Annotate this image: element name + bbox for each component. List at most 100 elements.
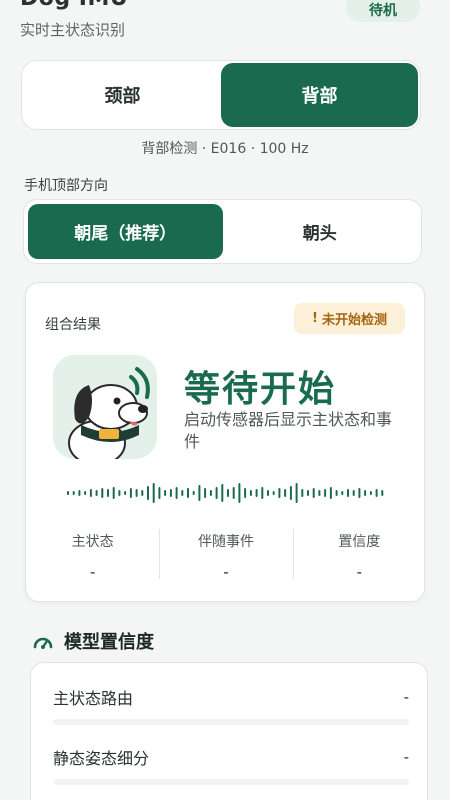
row-divider [53, 719, 409, 725]
app-subtitle: 实时主状态识别 [20, 21, 126, 39]
list-item-value: - [403, 688, 409, 706]
orientation-option-tail[interactable]: 朝尾（推荐） [28, 204, 223, 259]
stat-label: 伴随事件 [197, 534, 254, 550]
confidence-list: 主状态路由 - 静态姿态细分 - [30, 662, 428, 800]
waveform-bar [112, 487, 115, 499]
waveform-bar [129, 488, 132, 498]
waveform-bar [101, 488, 104, 498]
waveform-bar [289, 486, 292, 500]
confidence-section-header: 模型置信度 [32, 628, 154, 654]
waveform-bar [347, 489, 349, 497]
orientation-segmented-control: 朝尾（推荐） 朝头 [23, 199, 422, 264]
waveform-bar [324, 489, 327, 497]
gauge-icon [33, 637, 53, 649]
list-item-value: - [403, 748, 409, 766]
stat-value: - [356, 563, 363, 581]
app-screen: Dog IMU 实时主状态识别 待机 颈部 背部 背部检测 · E016 · 1… [0, 0, 450, 800]
stat-label: 主状态 [71, 534, 114, 550]
app-title: Dog IMU [20, 0, 128, 11]
stat-label: 置信度 [338, 534, 381, 550]
orientation-label: 手机顶部方向 [24, 178, 108, 194]
waveform-bar [227, 489, 229, 497]
waveform-bar [249, 490, 252, 496]
stat-main-state: 主状态 - [26, 525, 159, 585]
waveform-bar [261, 487, 264, 499]
waveform-bar [312, 488, 315, 498]
stat-value: - [89, 563, 96, 581]
waveform-bar [169, 489, 172, 497]
waveform-bar [244, 488, 247, 498]
result-headline: 等待开始 [184, 369, 337, 410]
orientation-option-head[interactable]: 朝头 [223, 204, 418, 259]
dog-avatar [53, 355, 157, 459]
waveform-bar [209, 490, 212, 496]
waveform-bar [152, 483, 155, 503]
waveform-bar [198, 485, 201, 501]
waveform-bar [238, 483, 241, 503]
waveform-bar [107, 489, 109, 497]
placement-option-back[interactable]: 背部 [221, 63, 418, 127]
result-stats: 主状态 - 伴随事件 - 置信度 - [26, 525, 426, 585]
stat-events: 伴随事件 - [159, 525, 292, 585]
list-item[interactable]: 静态姿态细分 - [31, 729, 429, 785]
list-item-label: 主状态路由 [53, 689, 134, 708]
waveform-bar [78, 490, 81, 496]
waveform-bar [124, 491, 127, 495]
placement-segmented-control: 颈部 背部 [21, 60, 421, 130]
waveform-bar [192, 491, 195, 495]
waveform-bar [267, 490, 269, 496]
stat-confidence: 置信度 - [292, 525, 426, 585]
waveform-bar [141, 490, 144, 496]
waveform-bar [187, 488, 189, 498]
waveform-bar [118, 490, 121, 496]
waveform-bar [381, 490, 384, 496]
waveform-bar [278, 488, 281, 498]
waveform-bar [215, 487, 218, 499]
placement-option-neck[interactable]: 颈部 [24, 63, 221, 127]
waveform-bar [341, 491, 344, 495]
waveform-bar [175, 487, 178, 499]
result-label: 组合结果 [45, 317, 101, 333]
waveform-bar [301, 489, 304, 497]
waveform-bar [232, 487, 235, 499]
status-badge: 待机 [346, 0, 420, 22]
waveform-bar [358, 488, 361, 498]
waveform-bar [95, 490, 98, 496]
waveform-bar [295, 483, 298, 503]
waveform-bar [369, 491, 372, 495]
waveform-bar [158, 487, 161, 499]
waveform-bar [335, 490, 338, 496]
warning-icon: ! [312, 311, 318, 326]
waveform-bar [375, 489, 378, 497]
waveform-bar [147, 486, 149, 500]
waveform-bar [364, 490, 367, 496]
waveform-bar [67, 491, 69, 495]
waveform-bar [307, 490, 309, 496]
detection-status-badge: ! 未开始检测 [294, 303, 405, 334]
waveform-bar [164, 490, 167, 496]
dog-collar-icon [53, 355, 157, 459]
waveform-bar [255, 489, 258, 497]
waveform-bar [135, 489, 138, 497]
waveform-bar [329, 487, 332, 499]
detection-status-text: 未开始检测 [321, 313, 387, 328]
result-description: 启动传感器后显示主状态和事件 [184, 410, 393, 451]
waveform-bar [181, 490, 184, 496]
waveform-bar [221, 484, 224, 502]
list-item[interactable]: 主状态路由 - [31, 669, 429, 725]
confidence-title: 模型置信度 [64, 632, 154, 653]
signal-waveform [67, 483, 384, 503]
mode-info-text: 背部检测 · E016 · 100 Hz [141, 141, 309, 157]
waveform-bar [318, 490, 321, 496]
waveform-bar [89, 489, 92, 497]
waveform-bar [72, 491, 75, 495]
list-item-label: 静态姿态细分 [53, 749, 150, 768]
waveform-bar [352, 490, 355, 496]
result-card: 组合结果 ! 未开始检测 等待开始 启动传感器后显示主状态和事件 主状态 - 伴… [25, 282, 425, 602]
waveform-bar [272, 491, 275, 495]
waveform-bar [84, 491, 87, 495]
stat-value: - [223, 563, 229, 581]
row-divider [53, 779, 409, 785]
waveform-bar [204, 488, 207, 498]
waveform-bar [284, 489, 287, 497]
